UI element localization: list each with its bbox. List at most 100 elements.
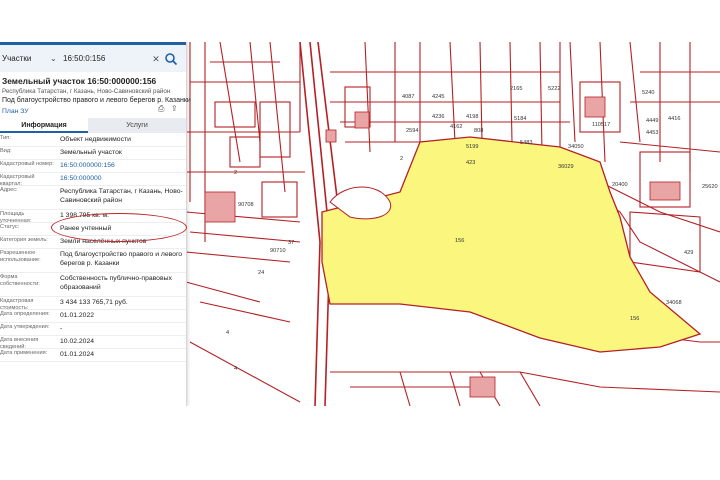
- property-row: Кадастровый квартал: 16:50:000000: [0, 172, 186, 187]
- street-lines: [185, 42, 305, 242]
- property-label: Кадастровый номер:: [0, 161, 54, 167]
- object-address: Республика Татарстан, г Казань, Ново-Сав…: [2, 88, 171, 95]
- property-value: 3 434 133 765,71 руб.: [60, 299, 128, 306]
- map-label: 5222: [548, 86, 560, 92]
- selected-parcel[interactable]: [321, 136, 702, 353]
- property-label: Тип:: [0, 135, 11, 141]
- property-row: Адрес: Республика Татарстан, г Казань, Но…: [0, 185, 186, 210]
- chevron-down-icon[interactable]: ⌄: [50, 51, 58, 67]
- building-1: [325, 129, 337, 143]
- property-value: -: [60, 325, 63, 332]
- property-label: Дата определения:: [0, 311, 50, 317]
- property-row: Тип: Объект недвижимости: [0, 133, 186, 147]
- map-label: 5240: [642, 90, 654, 96]
- map-label: 5199: [466, 144, 478, 150]
- map-label: 4162: [450, 124, 462, 130]
- property-row: Кадастровая стоимость: 3 434 133 765,71 р…: [0, 296, 186, 311]
- map-label: 4236: [432, 114, 444, 120]
- map-label: 5184: [514, 116, 526, 122]
- map-label: 4449: [646, 118, 658, 124]
- property-value: Земельный участок: [60, 149, 122, 156]
- map-label: 25620: [702, 184, 718, 190]
- annotation-oval: [51, 213, 187, 242]
- map-label: 5483: [520, 140, 532, 146]
- printer-icon[interactable]: ⎙: [158, 104, 168, 114]
- tab-information[interactable]: Информация: [0, 118, 88, 133]
- property-value: 01.01.2022: [60, 312, 95, 319]
- map-label: 423: [466, 160, 475, 166]
- map-label: 2: [400, 156, 403, 162]
- bottom-blocks: [330, 371, 720, 406]
- map-label: 110517: [592, 122, 610, 128]
- property-value: 10.02.2024: [60, 338, 95, 345]
- parcel-label-main-2: 156: [630, 316, 639, 322]
- map-label: 2594: [406, 128, 418, 134]
- map-label: 90710: [270, 248, 286, 254]
- property-value: Объект недвижимости: [60, 136, 131, 143]
- close-icon[interactable]: ✕: [150, 51, 162, 67]
- cadastral-map-app: 156 156 4087 4245 4236 4198 4162 2165 52…: [0, 42, 720, 406]
- property-row: Разрешенное использование: Под благоустро…: [0, 248, 186, 273]
- property-value: 01.01.2024: [60, 351, 95, 358]
- building-4: [649, 181, 681, 201]
- property-label: Вид:: [0, 148, 12, 154]
- property-label: Дата применения:: [0, 350, 48, 356]
- parcel-label-main: 156: [455, 238, 464, 244]
- search-input[interactable]: [63, 51, 158, 67]
- magnifier-icon[interactable]: [164, 52, 178, 66]
- block-b: [229, 136, 261, 168]
- object-purpose: Под благоустройство правого и левого бер…: [2, 97, 191, 104]
- block-c: [259, 101, 291, 158]
- map-label: 4245: [432, 94, 444, 100]
- property-row: Кадастровый номер: 16:50:000000:156: [0, 159, 186, 173]
- map-label: 4198: [466, 114, 478, 120]
- plan-link[interactable]: План ЗУ: [2, 108, 29, 115]
- property-row: Форма собственности: Собственность публич…: [0, 272, 186, 297]
- tab-services[interactable]: Услуги: [88, 118, 186, 133]
- top-blocks: [330, 42, 576, 153]
- map-label: 808: [474, 128, 483, 134]
- property-row: Дата применения: 01.01.2024: [0, 348, 186, 362]
- info-panel: Участки ⌄ ✕ Земельный участок 16:50:0000…: [0, 42, 191, 406]
- property-row: Дата утверждения: -: [0, 322, 186, 336]
- building-2: [354, 111, 370, 129]
- map-label: 24: [258, 270, 264, 276]
- object-type-select[interactable]: Участки: [2, 51, 56, 67]
- property-label: Форма собственности:: [0, 274, 40, 287]
- property-row: Вид: Земельный участок: [0, 146, 186, 160]
- property-value[interactable]: 16:50:000000:156: [60, 161, 184, 170]
- share-icon[interactable]: ⇪: [171, 104, 181, 114]
- map-label: 36029: [558, 164, 574, 170]
- block-d: [261, 181, 298, 218]
- map-label: 2: [234, 170, 237, 176]
- property-label: Разрешенное использование:: [0, 250, 41, 263]
- search-bar: Участки ⌄ ✕: [0, 42, 186, 72]
- map-label: 37: [288, 240, 294, 246]
- building-5: [204, 191, 236, 223]
- map-label: 34050: [568, 144, 584, 150]
- map-label: 4: [226, 330, 229, 336]
- map-label: 20400: [612, 182, 628, 188]
- property-label: Дата утверждения:: [0, 324, 50, 330]
- property-label: Адрес:: [0, 187, 18, 193]
- map-label: 90708: [238, 202, 254, 208]
- lower-left-lines: [185, 231, 301, 403]
- building-3: [584, 96, 606, 118]
- tab-bar: Информация Услуги: [0, 118, 186, 133]
- property-value[interactable]: 16:50:000000: [60, 174, 184, 183]
- map-label: 4087: [402, 94, 414, 100]
- property-label: Категория земель:: [0, 237, 48, 243]
- map-label: 4: [234, 366, 237, 372]
- property-value: Под благоустройство правого и левого бер…: [60, 251, 183, 267]
- property-row: Дата внесения сведений: 10.02.2024: [0, 335, 186, 350]
- property-label: Статус:: [0, 224, 20, 230]
- map-label: 4453: [646, 130, 658, 136]
- property-row: Дата определения: 01.01.2022: [0, 309, 186, 323]
- object-title: Земельный участок 16:50:000000:156: [2, 76, 157, 86]
- block-a: [214, 101, 256, 128]
- property-value: Собственность публично-правовых образова…: [60, 275, 172, 291]
- map-label: 34068: [666, 300, 682, 306]
- map-label: 4416: [668, 116, 680, 122]
- building-6: [469, 376, 496, 398]
- property-value: Республика Татарстан, г Казань, Ново-Сав…: [60, 188, 183, 204]
